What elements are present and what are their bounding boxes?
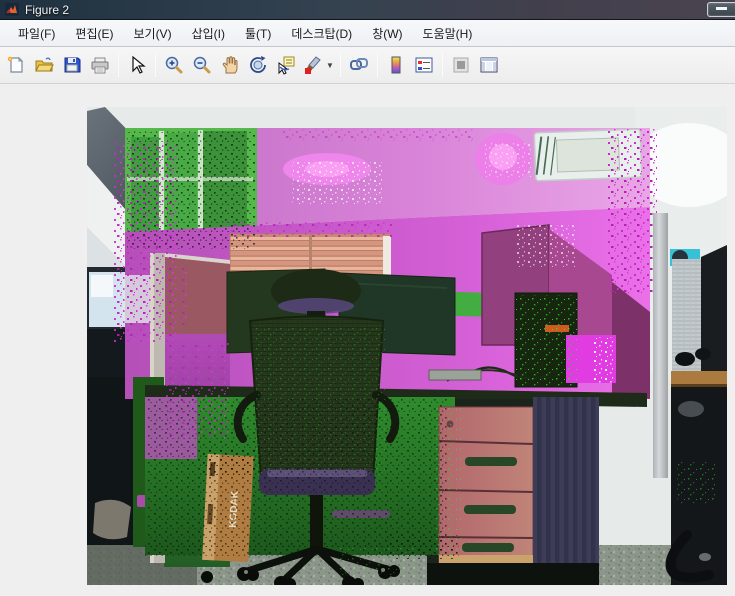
insert-colorbar-button[interactable] [382, 51, 410, 79]
toolbar-separator [340, 53, 341, 77]
hide-plot-tools-button[interactable] [447, 51, 475, 79]
zoom-out-button[interactable] [188, 51, 216, 79]
menu-desktop[interactable]: 데스크탑(D) [281, 21, 362, 46]
foot-blob [93, 499, 131, 540]
toolbar-separator [377, 53, 378, 77]
figure-window: Figure 2 파일(F) 편집(E) 보기(V) 삽입(I) 툴(T) 데스… [0, 0, 735, 596]
link-icon [350, 58, 368, 70]
new-figure-icon [7, 56, 24, 73]
toolbar-separator [442, 53, 443, 77]
menu-help[interactable]: 도움말(H) [413, 21, 483, 46]
brush-data-button[interactable]: ▼ [300, 51, 336, 79]
support-pole [653, 213, 668, 478]
print-figure-button[interactable] [86, 51, 114, 79]
figure-toolbar: ▼ [0, 47, 735, 84]
hide-plot-tools-icon [453, 57, 469, 73]
ribbed-panel [533, 397, 599, 573]
rotate-3d-icon [250, 56, 266, 73]
data-cursor-icon [278, 56, 295, 75]
window-title: Figure 2 [25, 2, 70, 17]
menu-view[interactable]: 보기(V) [123, 21, 181, 46]
edit-plot-button[interactable] [123, 51, 151, 79]
open-file-button[interactable] [30, 51, 58, 79]
dropdown-caret-icon: ▼ [326, 60, 334, 70]
toolbar-separator [155, 53, 156, 77]
menubar: 파일(F) 편집(E) 보기(V) 삽입(I) 툴(T) 데스크탑(D) 창(W… [0, 20, 735, 47]
zoom-out-icon [193, 56, 211, 74]
insert-legend-button[interactable] [410, 51, 438, 79]
rotate-3d-button[interactable] [244, 51, 272, 79]
new-figure-button[interactable] [2, 51, 30, 79]
menu-window[interactable]: 창(W) [362, 21, 412, 46]
pan-button[interactable] [216, 51, 244, 79]
legend-icon [415, 57, 433, 73]
zoom-in-button[interactable] [160, 51, 188, 79]
show-plot-tools-button[interactable] [475, 51, 503, 79]
open-folder-icon [35, 57, 54, 72]
minimize-icon [716, 7, 727, 10]
toolbar-separator [118, 53, 119, 77]
hand-icon [222, 56, 238, 74]
show-plot-tools-icon [480, 57, 498, 73]
zoom-in-icon [165, 56, 183, 74]
figure-canvas: KODAK [0, 84, 735, 595]
minimize-button[interactable] [707, 2, 735, 17]
printer-icon [91, 57, 109, 74]
titlebar[interactable]: Figure 2 [0, 0, 735, 20]
data-cursor-button[interactable] [272, 51, 300, 79]
figure-image[interactable]: KODAK [87, 107, 727, 585]
link-plot-button[interactable] [345, 51, 373, 79]
menu-tools[interactable]: 툴(T) [235, 21, 281, 46]
colorbar-icon [391, 56, 401, 74]
menu-insert[interactable]: 삽입(I) [182, 21, 235, 46]
menu-edit[interactable]: 편집(E) [65, 21, 123, 46]
wood-shelf [671, 371, 727, 386]
false-color-region: KODAK [113, 128, 657, 585]
save-figure-button[interactable] [58, 51, 86, 79]
arrow-cursor-icon [132, 55, 146, 74]
save-floppy-icon [64, 57, 81, 73]
brush-icon [305, 56, 321, 74]
matlab-logo-icon [5, 3, 19, 16]
menu-file[interactable]: 파일(F) [8, 21, 65, 46]
